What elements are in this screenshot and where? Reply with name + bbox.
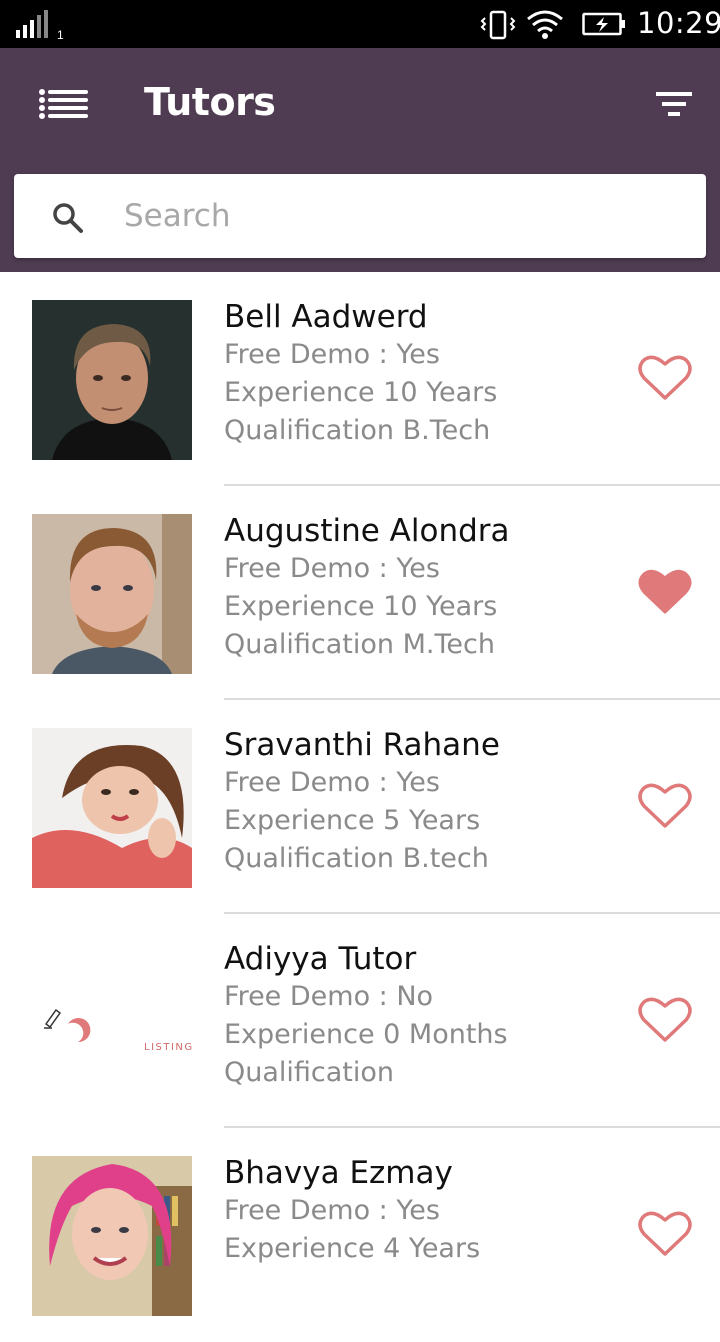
status-bar: 1 10:29	[0, 0, 720, 48]
app-bar: Tutors	[0, 48, 720, 272]
tutor-experience: Experience 5 Years	[224, 805, 481, 836]
tutor-name: Sravanthi Rahane	[224, 727, 500, 763]
tutor-info: Bhavya Ezmay Free Demo : Yes Experience …	[224, 1154, 624, 1268]
tutor-name: Bhavya Ezmay	[224, 1155, 453, 1191]
heart-filled-icon[interactable]	[638, 568, 692, 616]
tutor-qualification: Qualification B.tech	[224, 843, 489, 874]
tutor-logo: LISTINGS	[32, 942, 192, 1102]
heart-outline-icon[interactable]	[638, 996, 692, 1044]
tutor-experience: Experience 10 Years	[224, 377, 498, 408]
search-input[interactable]	[124, 190, 684, 242]
heart-outline-icon[interactable]	[638, 1210, 692, 1258]
tutor-info: Augustine Alondra Free Demo : Yes Experi…	[224, 512, 624, 664]
tutor-info: Sravanthi Rahane Free Demo : Yes Experie…	[224, 726, 624, 878]
page-title: Tutors	[144, 80, 276, 124]
tutor-free-demo: Free Demo : Yes	[224, 767, 440, 798]
tutor-photo	[32, 1156, 192, 1316]
tutor-row[interactable]: Bell Aadwerd Free Demo : Yes Experience …	[0, 272, 720, 486]
tutor-info: Adiyya Tutor Free Demo : No Experience 0…	[224, 940, 624, 1092]
tutor-qualification: Qualification	[224, 1057, 395, 1088]
battery-charging-icon	[582, 12, 625, 36]
filter-icon[interactable]	[654, 90, 696, 122]
tutor-name: Adiyya Tutor	[224, 941, 417, 977]
tutor-qualification: Qualification M.Tech	[224, 629, 495, 660]
signal-icon	[16, 10, 48, 38]
menu-list-icon[interactable]	[38, 88, 90, 120]
tutor-photo	[32, 300, 192, 460]
tutor-row[interactable]: Augustine Alondra Free Demo : Yes Experi…	[0, 486, 720, 700]
heart-outline-icon[interactable]	[638, 354, 692, 402]
vibrate-icon	[480, 10, 516, 40]
search-icon[interactable]	[52, 202, 84, 234]
tutor-experience: Experience 10 Years	[224, 591, 498, 622]
tutor-name: Augustine Alondra	[224, 513, 510, 549]
tutor-name: Bell Aadwerd	[224, 299, 428, 335]
sim-indicator: 1	[57, 28, 64, 42]
tutor-info: Bell Aadwerd Free Demo : Yes Experience …	[224, 298, 624, 450]
tutor-photo	[32, 514, 192, 674]
heart-outline-icon[interactable]	[638, 782, 692, 830]
tutor-qualification: Qualification B.Tech	[224, 415, 491, 446]
tutor-row[interactable]: LISTINGS Adiyya Tutor Free Demo : No Exp…	[0, 914, 720, 1128]
tutor-experience: Experience 4 Years	[224, 1233, 481, 1264]
tutor-free-demo: Free Demo : No	[224, 981, 434, 1012]
clock: 10:29	[637, 6, 720, 40]
tutor-free-demo: Free Demo : Yes	[224, 553, 440, 584]
search-bar	[14, 174, 706, 258]
tutor-experience: Experience 0 Months	[224, 1019, 508, 1050]
tutor-free-demo: Free Demo : Yes	[224, 339, 440, 370]
tutor-row[interactable]: Bhavya Ezmay Free Demo : Yes Experience …	[0, 1128, 720, 1342]
tutor-row[interactable]: Sravanthi Rahane Free Demo : Yes Experie…	[0, 700, 720, 914]
wifi-icon	[527, 10, 563, 39]
tutor-photo	[32, 728, 192, 888]
logo-text: LISTINGS	[144, 1042, 192, 1053]
tutor-free-demo: Free Demo : Yes	[224, 1195, 440, 1226]
